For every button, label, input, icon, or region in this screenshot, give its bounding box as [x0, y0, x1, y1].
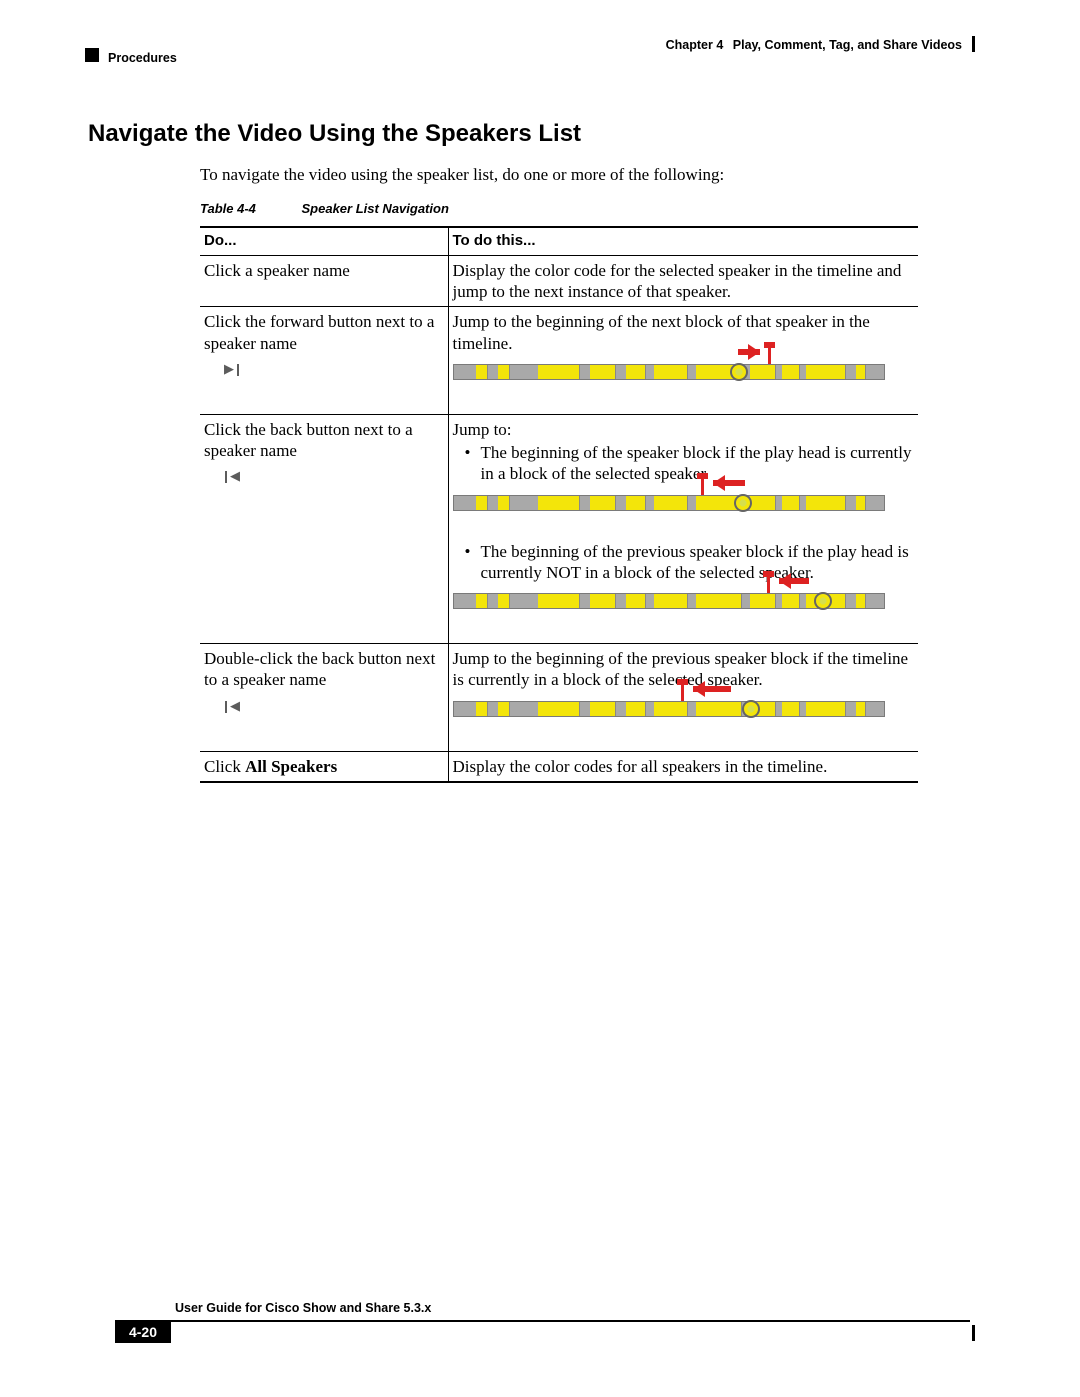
icon-holder: [204, 354, 442, 389]
timeline-graphic: [453, 593, 913, 633]
playhead-icon: [734, 494, 752, 512]
timeline-bar: [453, 701, 885, 717]
table-title: Speaker List Navigation: [302, 201, 449, 216]
footer-tick-icon: [972, 1325, 975, 1341]
timeline-graphic: [453, 495, 913, 535]
cell-do: Double-click the back button next to a s…: [200, 644, 448, 752]
timeline-bar: [453, 495, 885, 511]
table-row: Click a speaker name Display the color c…: [200, 255, 918, 307]
table-number: Table 4-4: [200, 201, 256, 216]
cell-todo: Display the color code for the selected …: [448, 255, 918, 307]
breadcrumb: Procedures: [108, 51, 177, 65]
cell-do-text: Click the back button next to a speaker …: [204, 420, 413, 460]
header-tick-icon: [972, 36, 975, 52]
icon-holder: [204, 461, 442, 496]
playhead-icon: [742, 700, 760, 718]
arrow-right-icon: [738, 349, 760, 355]
cell-do: Click the forward button next to a speak…: [200, 307, 448, 415]
table-row: Double-click the back button next to a s…: [200, 644, 918, 752]
cell-do-text: Double-click the back button next to a s…: [204, 649, 435, 689]
footer-guide-title: User Guide for Cisco Show and Share 5.3.…: [175, 1301, 431, 1315]
skip-back-icon: [224, 701, 240, 715]
cell-todo-lead: Jump to:: [453, 420, 512, 439]
playhead-icon: [814, 592, 832, 610]
skip-forward-icon: [224, 364, 240, 378]
arrow-left-icon: [779, 578, 809, 584]
timeline-graphic: [453, 364, 913, 404]
cell-todo: Display the color codes for all speakers…: [448, 751, 918, 782]
footer-rule: [115, 1320, 970, 1322]
table-caption: Table 4-4 Speaker List Navigation: [200, 201, 449, 216]
chapter-label: Chapter 4: [666, 38, 724, 52]
list-item: The beginning of the previous speaker bl…: [465, 541, 913, 584]
page: Chapter 4 Play, Comment, Tag, and Share …: [0, 0, 1080, 1397]
table-row: Click All Speakers Display the color cod…: [200, 751, 918, 782]
timeline-bar: [453, 593, 885, 609]
cell-do-pre: Click: [204, 757, 245, 776]
bullet-list: The beginning of the speaker block if th…: [453, 442, 913, 485]
th-todo: To do this...: [448, 227, 918, 255]
th-do: Do...: [200, 227, 448, 255]
cell-do-bold: All Speakers: [245, 757, 337, 776]
speaker-nav-table: Do... To do this... Click a speaker name…: [200, 226, 918, 783]
header-right: Chapter 4 Play, Comment, Tag, and Share …: [666, 38, 962, 52]
cell-todo-text: Jump to the beginning of the next block …: [453, 312, 870, 352]
header-square-icon: [85, 48, 99, 62]
icon-holder: [204, 691, 442, 726]
timeline-bar: [453, 364, 885, 380]
cell-todo: Jump to the beginning of the previous sp…: [448, 644, 918, 752]
skip-back-icon: [224, 471, 240, 485]
cell-todo: Jump to: The beginning of the speaker bl…: [448, 414, 918, 643]
timeline-graphic: [453, 701, 913, 741]
table-row: Click the back button next to a speaker …: [200, 414, 918, 643]
page-number: 4-20: [115, 1321, 171, 1343]
cell-do: Click the back button next to a speaker …: [200, 414, 448, 643]
cell-do: Click a speaker name: [200, 255, 448, 307]
cell-todo: Jump to the beginning of the next block …: [448, 307, 918, 415]
arrow-left-icon: [713, 480, 745, 486]
list-item: The beginning of the speaker block if th…: [465, 442, 913, 485]
table-header-row: Do... To do this...: [200, 227, 918, 255]
arrow-left-icon: [693, 686, 731, 692]
section-intro: To navigate the video using the speaker …: [200, 165, 724, 185]
table-row: Click the forward button next to a speak…: [200, 307, 918, 415]
bullet-list: The beginning of the previous speaker bl…: [453, 541, 913, 584]
chapter-title: Play, Comment, Tag, and Share Videos: [733, 38, 962, 52]
section-title: Navigate the Video Using the Speakers Li…: [88, 120, 581, 148]
playhead-icon: [730, 363, 748, 381]
cell-do: Click All Speakers: [200, 751, 448, 782]
cell-do-text: Click the forward button next to a speak…: [204, 312, 434, 352]
